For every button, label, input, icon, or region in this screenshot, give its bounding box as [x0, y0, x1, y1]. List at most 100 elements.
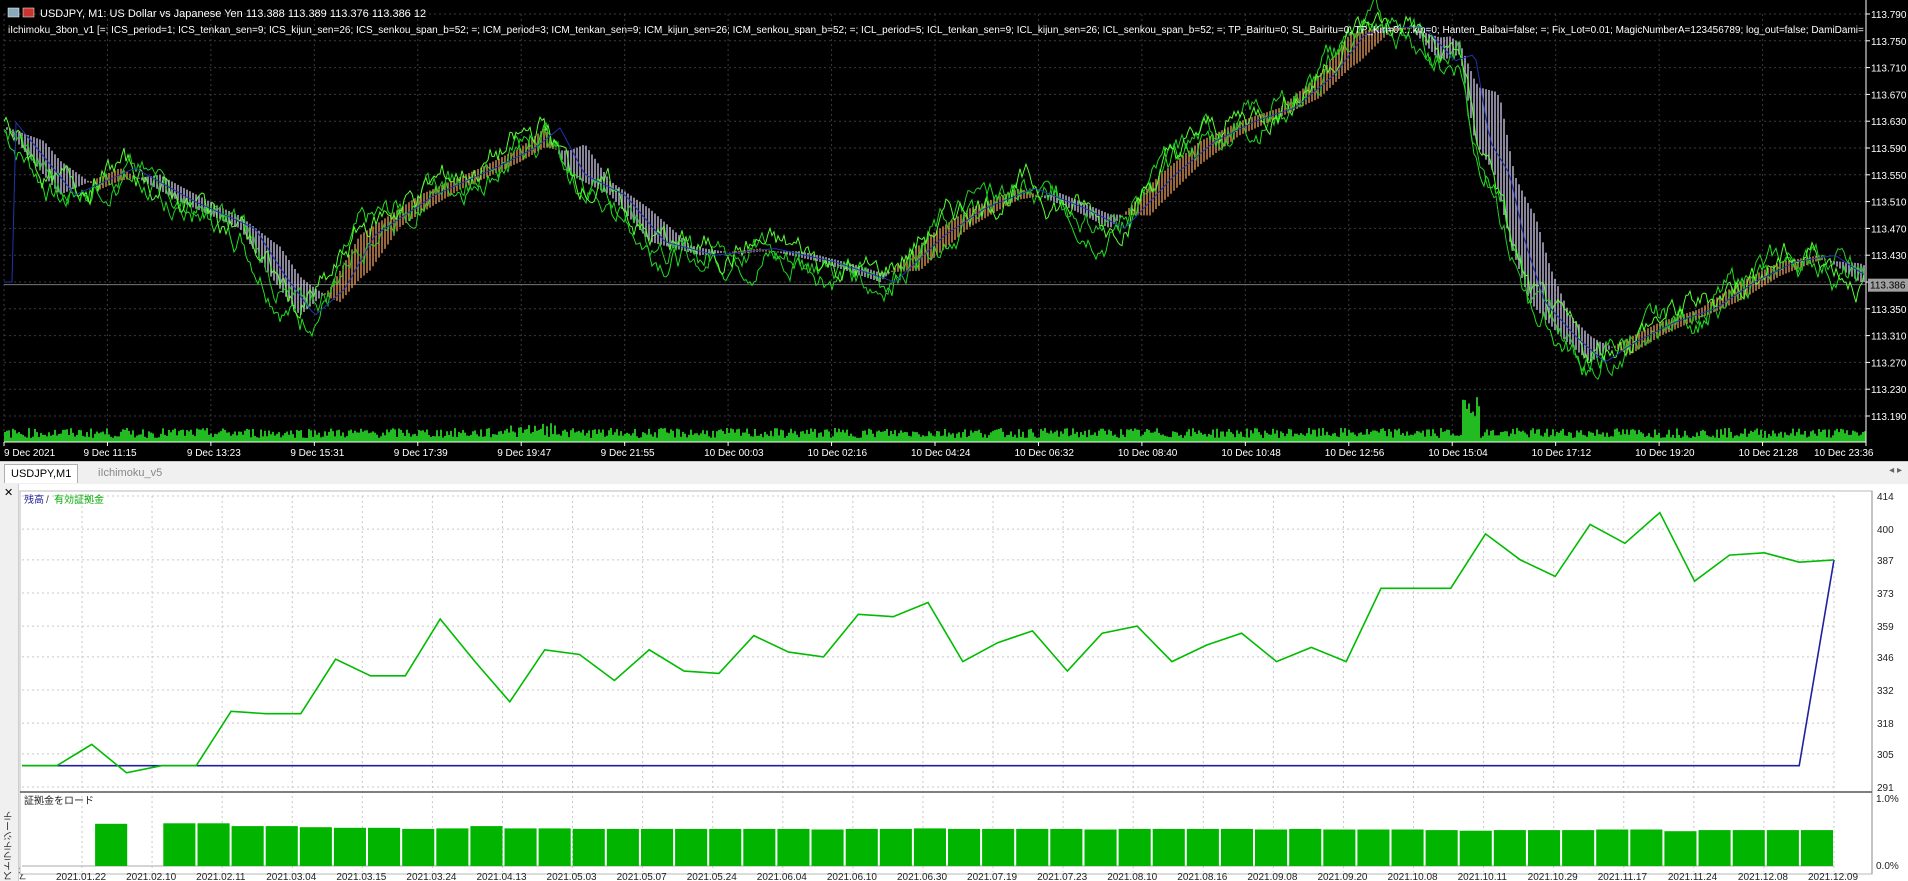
volume-bar — [750, 436, 752, 442]
volume-bar — [680, 436, 682, 442]
margin-bar — [1152, 828, 1185, 866]
chart-type-icon[interactable] — [22, 7, 35, 18]
volume-bar — [1180, 434, 1182, 442]
volume-bar — [1552, 429, 1554, 442]
volume-bar — [1856, 432, 1858, 442]
volume-bar — [1646, 435, 1648, 442]
volume-bar — [1750, 430, 1752, 442]
volume-bar — [508, 432, 510, 442]
volume-bar — [664, 428, 666, 442]
volume-bar — [1730, 431, 1732, 442]
volume-bar — [1628, 434, 1630, 442]
volume-bar — [650, 434, 652, 442]
volume-bar — [1198, 430, 1200, 442]
tester-graph[interactable]: 414 400 387 373 359 346 332 318 305 291 残高 / 有効証拠… — [0, 484, 1908, 881]
volume-bar — [68, 435, 70, 442]
tab-scroll-icon[interactable]: ◂ ▸ — [1889, 465, 1902, 476]
volume-bar — [212, 437, 214, 442]
volume-bar — [1520, 431, 1522, 442]
volume-bar — [606, 435, 608, 442]
tab-usdjpy-m1[interactable]: USDJPY,M1 — [4, 464, 79, 483]
volume-bar — [700, 433, 702, 442]
volume-bar — [568, 437, 570, 442]
volume-bar — [834, 428, 836, 442]
volume-bar — [1114, 434, 1116, 442]
volume-bar — [1596, 429, 1598, 442]
time-tick-label: 10 Dec 23:36 — [1814, 448, 1874, 458]
volume-bar — [988, 435, 990, 442]
tab-iichimoku-v5[interactable]: iIchimoku_v5 — [92, 464, 168, 482]
volume-bar — [316, 434, 318, 442]
price-tick-label: 113.510 — [1871, 198, 1907, 209]
volume-bar — [864, 430, 866, 442]
price-line — [3, 16, 1865, 377]
volume-bar — [1814, 433, 1816, 442]
volume-bar — [624, 433, 626, 442]
volume-bar — [352, 433, 354, 442]
volume-bar — [1748, 433, 1750, 442]
volume-bar — [1546, 428, 1548, 442]
price-tick-label: 113.310 — [1871, 332, 1907, 343]
volume-bar — [974, 430, 976, 442]
volume-bar — [1306, 433, 1308, 442]
volume-bar — [758, 435, 760, 442]
date-tick-label: 2021.02.10 — [126, 872, 176, 881]
volume-bar — [1636, 434, 1638, 442]
volume-bar — [1608, 437, 1610, 442]
volume-bar — [394, 429, 396, 442]
volume-bar — [1796, 432, 1798, 442]
volume-bar — [402, 432, 404, 442]
volume-bar — [746, 428, 748, 442]
volume-bar — [494, 434, 496, 442]
volume-bar — [528, 425, 530, 442]
volume-bar — [1212, 429, 1214, 442]
volume-bar — [1414, 433, 1416, 442]
margin-bar — [197, 823, 230, 867]
volume-bar — [282, 435, 284, 442]
volume-bar — [450, 430, 452, 442]
volume-bar — [1678, 435, 1680, 442]
volume-bar — [1102, 428, 1104, 442]
volume-bar — [1200, 432, 1202, 442]
price-chart-canvas[interactable]: USDJPY, M1: US Dollar vs Japanese Yen 11… — [0, 0, 1908, 459]
time-tick-label: 10 Dec 12:56 — [1325, 448, 1385, 458]
volume-bar — [476, 434, 478, 442]
volume-bar — [1376, 431, 1378, 442]
volume-bar — [1068, 436, 1070, 442]
volume-bar — [72, 432, 74, 442]
volume-bar — [922, 435, 924, 442]
volume-bar — [496, 434, 498, 442]
volume-bar — [1202, 434, 1204, 442]
volume-bar — [366, 430, 368, 442]
volume-bar — [1392, 437, 1394, 442]
volume-bar — [318, 432, 320, 442]
price-chart-window[interactable]: USDJPY, M1: US Dollar vs Japanese Yen 11… — [0, 0, 1908, 459]
volume-bar — [390, 429, 392, 442]
volume-bar — [242, 434, 244, 442]
margin-bar — [675, 828, 708, 866]
volume-bar — [1616, 428, 1618, 442]
volume-bar — [346, 436, 348, 442]
volume-bar — [1244, 437, 1246, 442]
volume-bar — [760, 433, 762, 442]
volume-bar — [1338, 437, 1340, 442]
margin-bar — [163, 823, 196, 867]
volume-bar — [504, 430, 506, 442]
indicator-params: iIchimoku_3bon_v1 [=; ICS_period=1; ICS_… — [8, 25, 1864, 36]
volume-bar — [996, 429, 998, 442]
volume-bar — [1060, 431, 1062, 442]
volume-bar — [1498, 435, 1500, 442]
volume-bar — [1174, 431, 1176, 442]
volume-bar — [384, 435, 386, 442]
date-tick-label: 2021.12.08 — [1738, 872, 1788, 881]
volume-bar — [1088, 429, 1090, 442]
volume-bar — [60, 433, 62, 442]
chart-window-icon[interactable] — [7, 7, 20, 18]
volume-bar — [332, 431, 334, 442]
volume-bar — [1038, 437, 1040, 442]
volume-bar — [406, 429, 408, 442]
volume-bar — [980, 432, 982, 442]
volume-bar — [850, 433, 852, 442]
volume-bar — [1340, 428, 1342, 442]
volume-bar — [856, 437, 858, 442]
